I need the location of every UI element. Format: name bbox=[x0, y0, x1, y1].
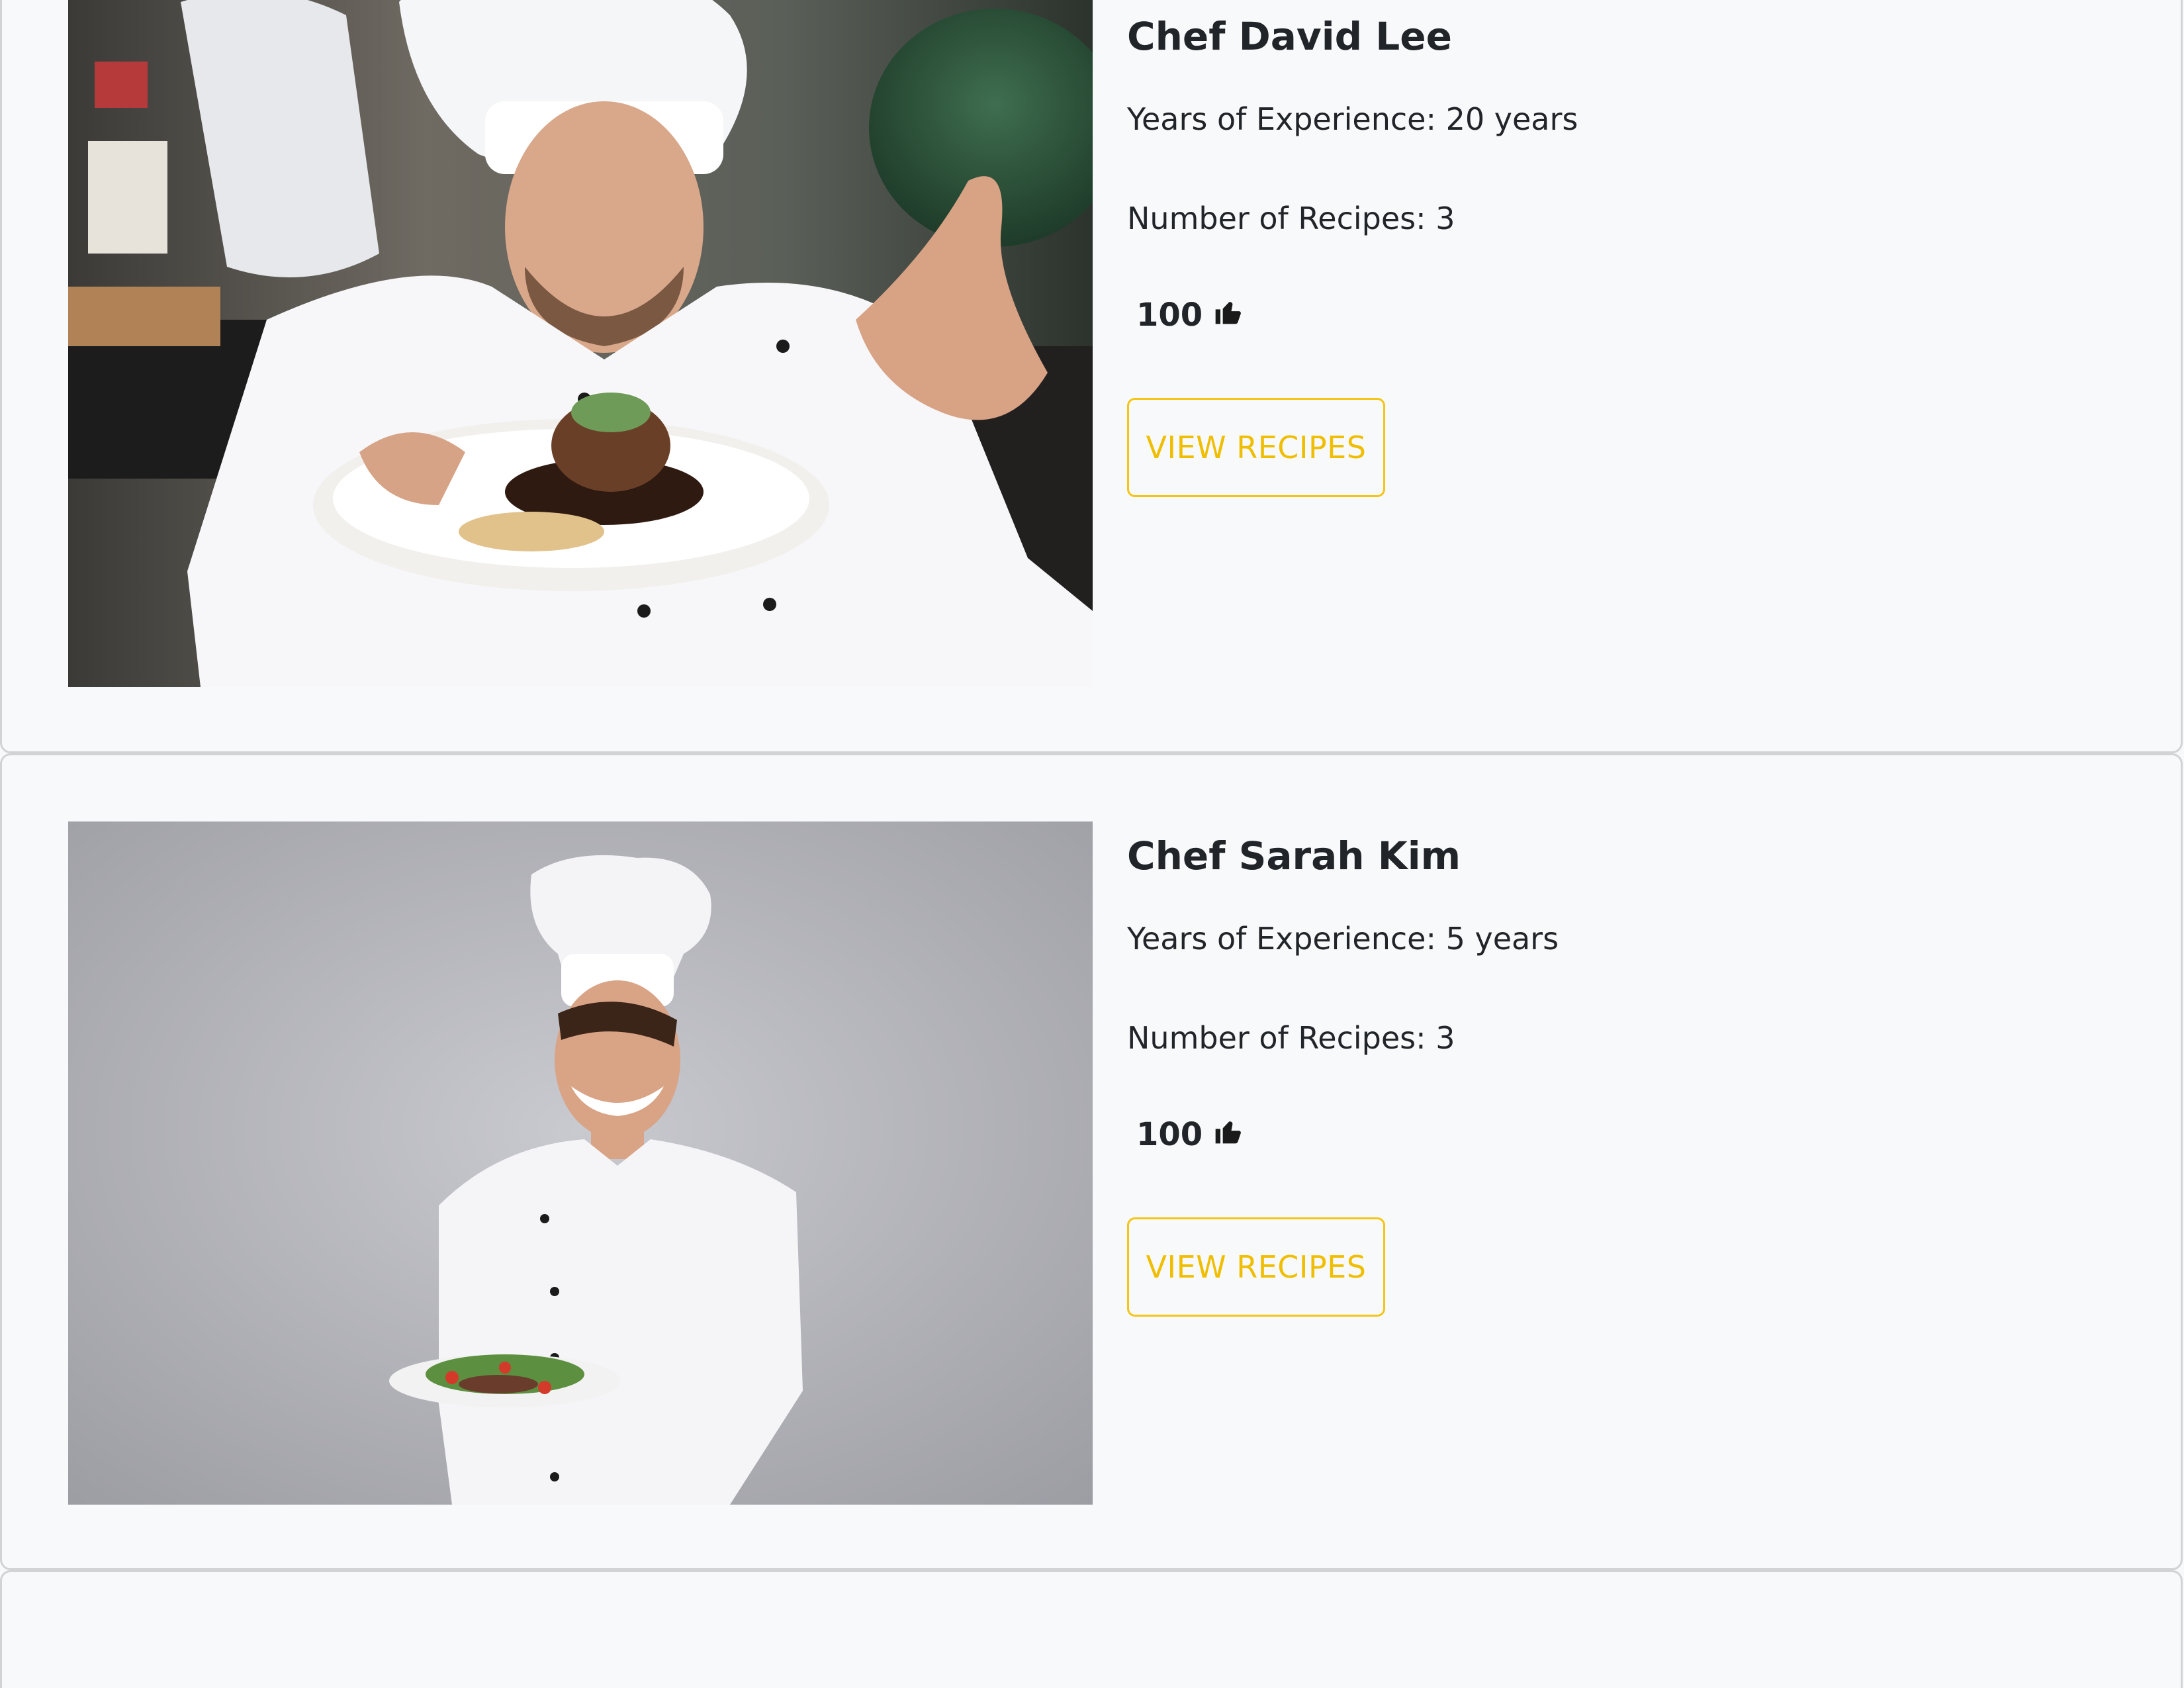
chef-list-page: Chef David Lee Years of Experience: 20 y… bbox=[0, 0, 2184, 1688]
view-recipes-button[interactable]: VIEW RECIPES bbox=[1127, 1217, 1385, 1317]
chef-card: Chef David Lee Years of Experience: 20 y… bbox=[0, 0, 2183, 753]
chef-photo-image bbox=[68, 0, 1093, 687]
view-recipes-button[interactable]: VIEW RECIPES bbox=[1127, 398, 1385, 497]
likes-counter: 100 bbox=[1136, 293, 1242, 337]
chef-experience: Years of Experience: 5 years bbox=[1127, 921, 1559, 957]
chef-photo-image bbox=[68, 821, 1093, 1505]
chef-name: Chef Sarah Kim bbox=[1127, 833, 1461, 878]
likes-counter: 100 bbox=[1136, 1113, 1242, 1156]
chef-photo bbox=[68, 821, 1093, 1505]
chef-photo bbox=[68, 0, 1093, 687]
chef-name: Chef David Lee bbox=[1127, 14, 1452, 59]
chef-recipe-count: Number of Recipes: 3 bbox=[1127, 1020, 1455, 1056]
chef-recipe-count: Number of Recipes: 3 bbox=[1127, 201, 1455, 236]
thumbs-up-icon[interactable] bbox=[1213, 297, 1242, 326]
chef-card: Chef Sarah Kim Years of Experience: 5 ye… bbox=[0, 753, 2183, 1570]
likes-count: 100 bbox=[1136, 1116, 1203, 1153]
chef-experience: Years of Experience: 20 years bbox=[1127, 101, 1578, 137]
thumbs-up-icon[interactable] bbox=[1213, 1117, 1242, 1146]
chef-card bbox=[0, 1570, 2183, 1688]
likes-count: 100 bbox=[1136, 297, 1203, 334]
